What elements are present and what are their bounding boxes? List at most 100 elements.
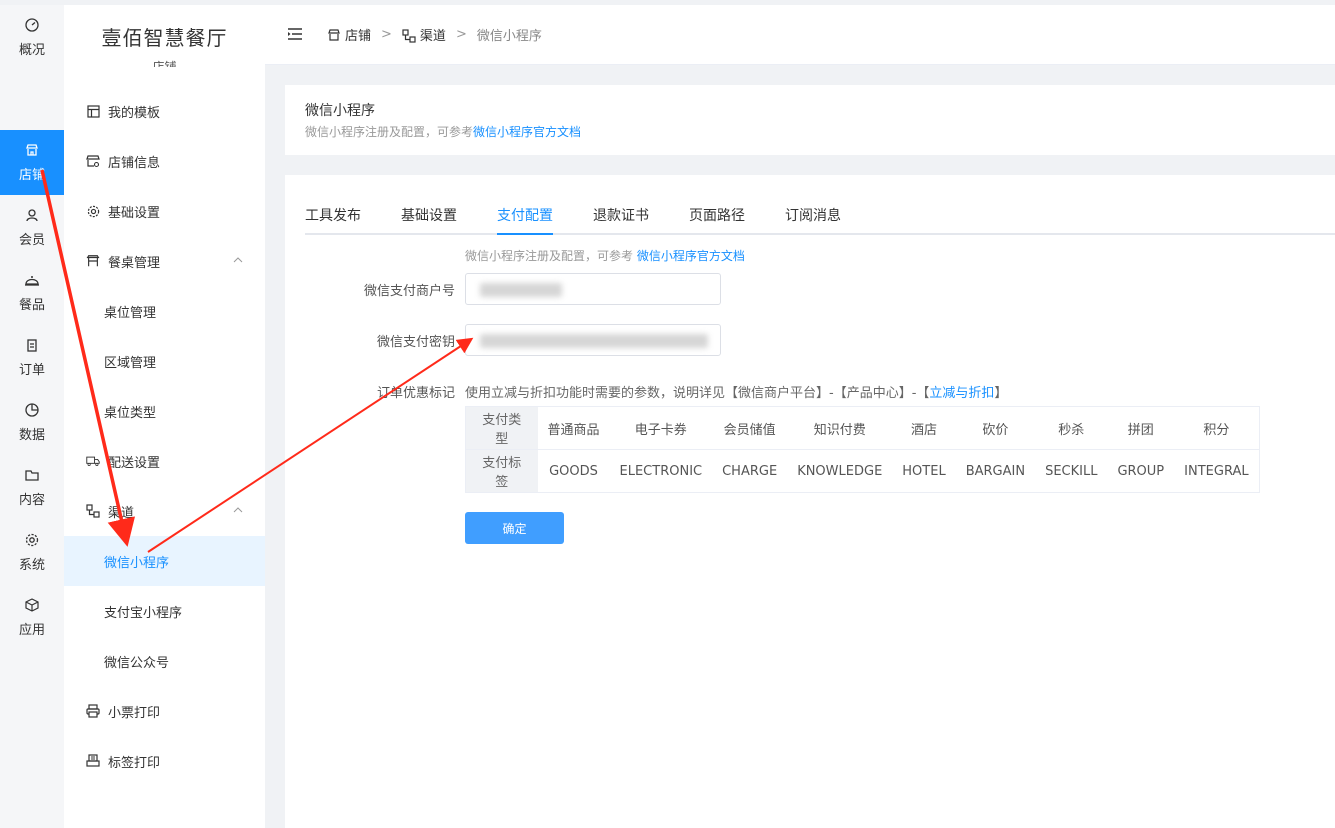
tab-refund-cert[interactable]: 退款证书	[593, 205, 649, 235]
breadcrumb-separator: >	[455, 27, 467, 42]
printer-icon	[86, 704, 100, 718]
sidebar-item-label: 微信公众号	[104, 655, 170, 671]
rail-item-apps[interactable]: 应用	[0, 585, 64, 650]
tab-payment-config[interactable]: 支付配置	[497, 205, 553, 235]
table-cell: CHARGE	[712, 449, 788, 493]
folder-icon	[24, 467, 40, 483]
table-cell: 积分	[1174, 406, 1260, 450]
sidebar-item-label: 店铺信息	[108, 155, 161, 171]
breadcrumb: 店铺 > 渠道 > 微信小程序	[327, 25, 542, 44]
sidebar-item-label: 餐桌管理	[108, 255, 161, 271]
hint-text: 微信小程序注册及配置，可参考	[465, 249, 634, 263]
table-cell: BARGAIN	[955, 449, 1036, 493]
sidebar-item-label: 配送设置	[108, 455, 161, 471]
merchant-id-label: 微信支付商户号	[363, 284, 455, 299]
table-cell: 普通商品	[537, 406, 610, 450]
sidebar-item-seat-type[interactable]: 桌位类型	[64, 386, 265, 436]
template-icon	[86, 104, 100, 118]
chevron-up-icon[interactable]	[233, 255, 243, 265]
sidebar-item-basic-settings[interactable]: 基础设置	[64, 186, 265, 236]
store-info-icon	[86, 154, 100, 168]
rail-item-label: 会员	[18, 233, 45, 248]
sidebar-item-store-info[interactable]: 店铺信息	[64, 136, 265, 186]
intro-card: 微信小程序 微信小程序注册及配置，可参考微信小程序官方文档	[285, 85, 1335, 155]
sidebar-item-receipt-print[interactable]: 小票打印	[64, 686, 265, 736]
rail-item-label: 应用	[18, 623, 45, 638]
cloche-icon	[24, 272, 40, 288]
sidebar-item-wechat-official-account[interactable]: 微信公众号	[64, 636, 265, 686]
channel-icon	[402, 28, 416, 43]
rail-item-store[interactable]: 店铺	[0, 130, 64, 195]
breadcrumb-item-current: 微信小程序	[476, 29, 542, 44]
sidebar-item-area-management[interactable]: 区域管理	[64, 336, 265, 386]
discount-note: 使用立减与折扣功能时需要的参数，说明详见【微信商户平台】-【产品中心】-【立减与…	[465, 382, 1007, 401]
sidebar-item-table-management[interactable]: 餐桌管理	[64, 236, 265, 286]
merchant-id-input[interactable]	[465, 273, 721, 305]
clipboard-icon	[24, 337, 40, 353]
table-cell: 酒店	[892, 406, 956, 450]
table-row-tags: 支付标签 GOODS ELECTRONIC CHARGE KNOWLEDGE H…	[465, 449, 1260, 493]
sidebar-item-channel[interactable]: 渠道	[64, 486, 265, 536]
submit-button[interactable]: 确定	[465, 512, 564, 544]
sidebar-item-alipay-miniprogram[interactable]: 支付宝小程序	[64, 586, 265, 636]
rail-item-food[interactable]: 餐品	[0, 260, 64, 325]
user-icon	[24, 207, 40, 223]
rail-item-system[interactable]: 系统	[0, 520, 64, 585]
table-cell: GOODS	[537, 449, 610, 493]
masked-value	[480, 283, 562, 297]
chevron-up-icon[interactable]	[233, 505, 243, 515]
sidebar-item-my-template[interactable]: 我的模板	[64, 86, 265, 136]
pie-chart-icon	[24, 402, 40, 418]
table-cell: 砍价	[955, 406, 1036, 450]
dashboard-icon	[24, 17, 40, 33]
hint-docs-link[interactable]: 微信小程序官方文档	[637, 249, 745, 263]
main-nav-rail: 概况 店铺 会员 餐品 订单 数据 内容 系统 应用	[0, 5, 64, 828]
tab-subscribe-message[interactable]: 订阅消息	[785, 205, 841, 235]
tab-page-path[interactable]: 页面路径	[689, 205, 745, 235]
official-docs-link[interactable]: 微信小程序官方文档	[473, 125, 581, 139]
rail-item-data[interactable]: 数据	[0, 390, 64, 455]
sidebar-item-label: 支付宝小程序	[104, 605, 183, 621]
form-hint: 微信小程序注册及配置，可参考 微信小程序官方文档	[465, 247, 745, 264]
sidebar-item-delivery-settings[interactable]: 配送设置	[64, 436, 265, 486]
menu-toggle-icon[interactable]	[287, 27, 303, 41]
tab-bar: 工具发布 基础设置 支付配置 退款证书 页面路径 订阅消息	[305, 197, 1335, 235]
config-card: 工具发布 基础设置 支付配置 退款证书 页面路径 订阅消息 微信小程序注册及配置…	[285, 175, 1335, 828]
table-cell: 电子卡券	[609, 406, 713, 450]
rail-item-member[interactable]: 会员	[0, 195, 64, 260]
sidebar-item-wechat-miniprogram[interactable]: 微信小程序	[64, 536, 265, 586]
table-header-cell: 支付标签	[465, 449, 538, 493]
note-text: 使用立减与折扣功能时需要的参数，说明详见【微信商户平台】-【产品中心】-【	[465, 386, 930, 401]
rail-item-content[interactable]: 内容	[0, 455, 64, 520]
truck-icon	[86, 454, 100, 468]
breadcrumb-label: 渠道	[419, 29, 446, 44]
table-cell: ELECTRONIC	[609, 449, 713, 493]
page-description: 微信小程序注册及配置，可参考微信小程序官方文档	[305, 123, 581, 140]
tab-tool-release[interactable]: 工具发布	[305, 205, 361, 235]
description-text: 微信小程序注册及配置，可参考	[305, 125, 474, 139]
table-icon	[86, 254, 100, 268]
sidebar-item-label: 小票打印	[108, 705, 161, 721]
breadcrumb-item-store[interactable]: 店铺	[327, 25, 371, 44]
store-icon	[24, 142, 40, 158]
payment-key-input[interactable]	[465, 324, 721, 356]
table-row-types: 支付类型 普通商品 电子卡券 会员储值 知识付费 酒店 砍价 秒杀 拼团 积分	[465, 406, 1260, 450]
tab-basic-settings[interactable]: 基础设置	[401, 205, 457, 235]
rail-item-overview[interactable]: 概况	[0, 5, 64, 70]
discount-doc-link[interactable]: 立减与折扣	[929, 386, 994, 401]
breadcrumb-separator: >	[381, 27, 392, 42]
rail-item-label: 店铺	[18, 168, 45, 183]
breadcrumb-item-channel[interactable]: 渠道	[402, 25, 446, 44]
sidebar-item-label-print[interactable]: 标签打印	[64, 736, 265, 786]
store-icon	[327, 28, 341, 42]
page-title: 微信小程序	[305, 103, 375, 119]
gear-icon	[86, 204, 100, 218]
channel-icon	[86, 504, 100, 518]
table-cell: 知识付费	[787, 406, 893, 450]
rail-item-label: 内容	[18, 493, 45, 508]
sidebar-item-seat-management[interactable]: 桌位管理	[64, 286, 265, 336]
table-cell: 拼团	[1107, 406, 1175, 450]
rail-item-orders[interactable]: 订单	[0, 325, 64, 390]
sidebar-item-label: 区域管理	[104, 355, 157, 371]
breadcrumb-label: 店铺	[345, 29, 372, 44]
